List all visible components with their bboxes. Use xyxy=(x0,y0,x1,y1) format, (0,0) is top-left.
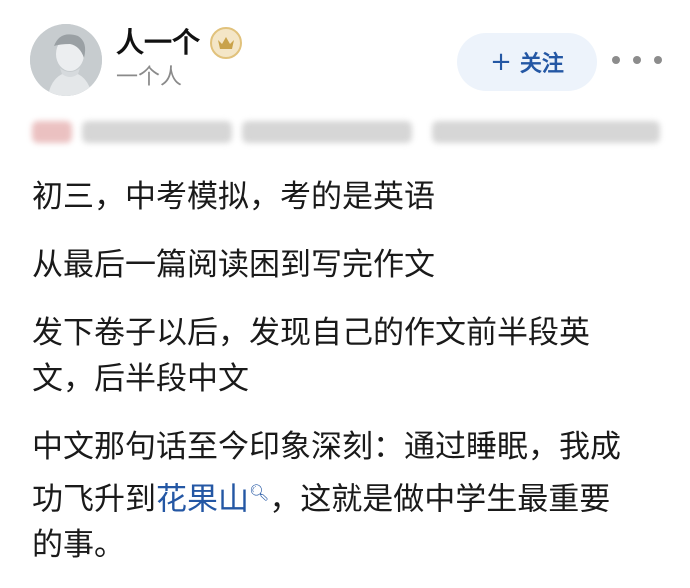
paragraph-text: ，这就是做中学生最重要 xyxy=(269,481,611,518)
author-name[interactable]: 人一个 xyxy=(116,26,200,60)
avatar[interactable] xyxy=(30,24,102,96)
avatar-image xyxy=(30,24,102,96)
plus-icon: + xyxy=(490,47,512,77)
more-dots-icon[interactable] xyxy=(612,50,662,70)
paragraph: 中文那句话至今印象深刻：通过睡眠，我成 功飞升到花果山🔍︎，这就是做中学生最重要… xyxy=(32,424,662,568)
paragraph-text: 功飞升到 xyxy=(32,481,156,518)
post-header: 人一个 一个人 + 关注 xyxy=(0,0,690,112)
post-body: 初三，中考模拟，考的是英语 从最后一篇阅读困到写完作文 发下卷子以后，发现自己的… xyxy=(32,174,662,588)
paragraph-line: 中文那句话至今印象深刻：通过睡眠，我成 xyxy=(32,429,621,465)
blurred-info-row xyxy=(32,115,660,149)
search-link[interactable]: 花果山 xyxy=(156,481,249,517)
paragraph: 初三，中考模拟，考的是英语 xyxy=(32,179,435,215)
paragraph-line: 发下卷子以后，发现自己的作文前半段英 xyxy=(32,315,590,351)
search-icon[interactable]: 🔍︎ xyxy=(249,483,269,502)
author-subtitle: 一个人 xyxy=(116,65,183,90)
follow-label: 关注 xyxy=(519,52,564,77)
paragraph: 发下卷子以后，发现自己的作文前半段英 文，后半段中文 xyxy=(32,310,662,402)
paragraph: 从最后一篇阅读困到写完作文 xyxy=(32,247,435,283)
paragraph-line: 的事。 xyxy=(32,527,125,564)
follow-button[interactable]: + 关注 xyxy=(457,33,597,91)
paragraph-line: 文，后半段中文 xyxy=(32,361,249,397)
crown-icon xyxy=(210,27,242,59)
